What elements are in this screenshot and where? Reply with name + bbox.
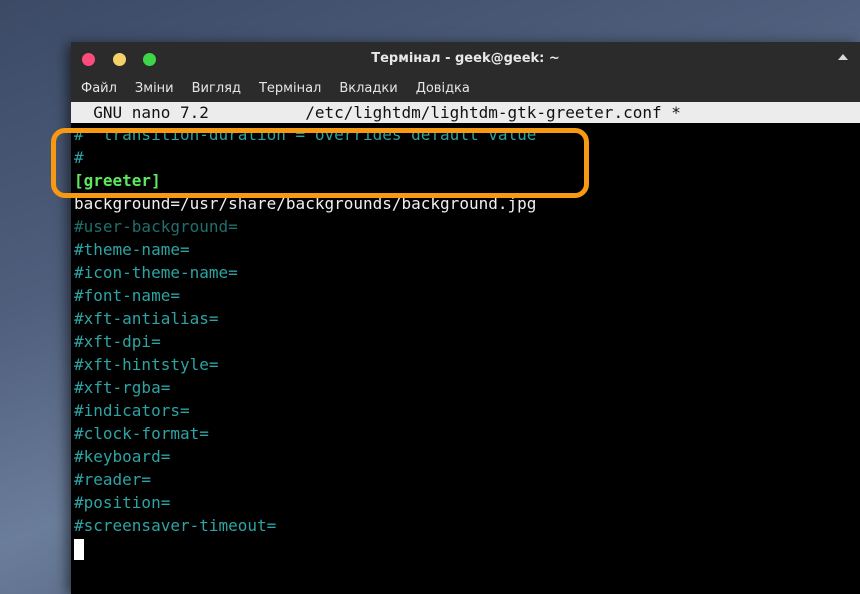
config-line: #xft-antialias=: [74, 309, 219, 328]
config-line: # transition-duration = overrides defaul…: [74, 125, 537, 144]
config-line-background: background=/usr/share/backgrounds/backgr…: [74, 194, 537, 213]
menu-help[interactable]: Довідка: [406, 76, 478, 102]
menu-terminal[interactable]: Термінал: [249, 76, 329, 102]
config-line: #screensaver-timeout=: [74, 516, 277, 535]
config-line: #xft-dpi=: [74, 332, 161, 351]
config-line: #reader=: [74, 470, 152, 489]
terminal-content[interactable]: GNU nano 7.2 /etc/lightdm/lightdm-gtk-gr…: [71, 102, 860, 560]
config-section-greeter: [greeter]: [74, 171, 161, 190]
menu-view[interactable]: Вигляд: [182, 76, 249, 102]
terminal-window: Термінал - geek@geek: ~ Файл Зміни Вигля…: [71, 42, 860, 594]
config-line: #theme-name=: [74, 240, 190, 259]
menu-edit[interactable]: Зміни: [125, 76, 182, 102]
config-line: #clock-format=: [74, 424, 209, 443]
config-line: #font-name=: [74, 286, 180, 305]
config-line: #user-background=: [74, 217, 238, 236]
window-title: Термінал - geek@geek: ~: [371, 51, 560, 66]
config-line: #keyboard=: [74, 447, 171, 466]
chevron-up-icon[interactable]: [838, 54, 848, 60]
nano-header: GNU nano 7.2 /etc/lightdm/lightdm-gtk-gr…: [71, 102, 860, 123]
menubar: Файл Зміни Вигляд Термінал Вкладки Довід…: [71, 76, 860, 102]
config-line: #icon-theme-name=: [74, 263, 238, 282]
config-line: #: [74, 148, 84, 167]
config-line: #position=: [74, 493, 171, 512]
menu-file[interactable]: Файл: [71, 76, 125, 102]
titlebar: Термінал - geek@geek: ~: [71, 42, 860, 76]
config-line: #xft-hintstyle=: [74, 355, 219, 374]
menu-tabs[interactable]: Вкладки: [329, 76, 405, 102]
config-line: #indicators=: [74, 401, 190, 420]
config-line: #xft-rgba=: [74, 378, 171, 397]
cursor-line: [74, 537, 860, 560]
text-cursor: [74, 539, 84, 560]
